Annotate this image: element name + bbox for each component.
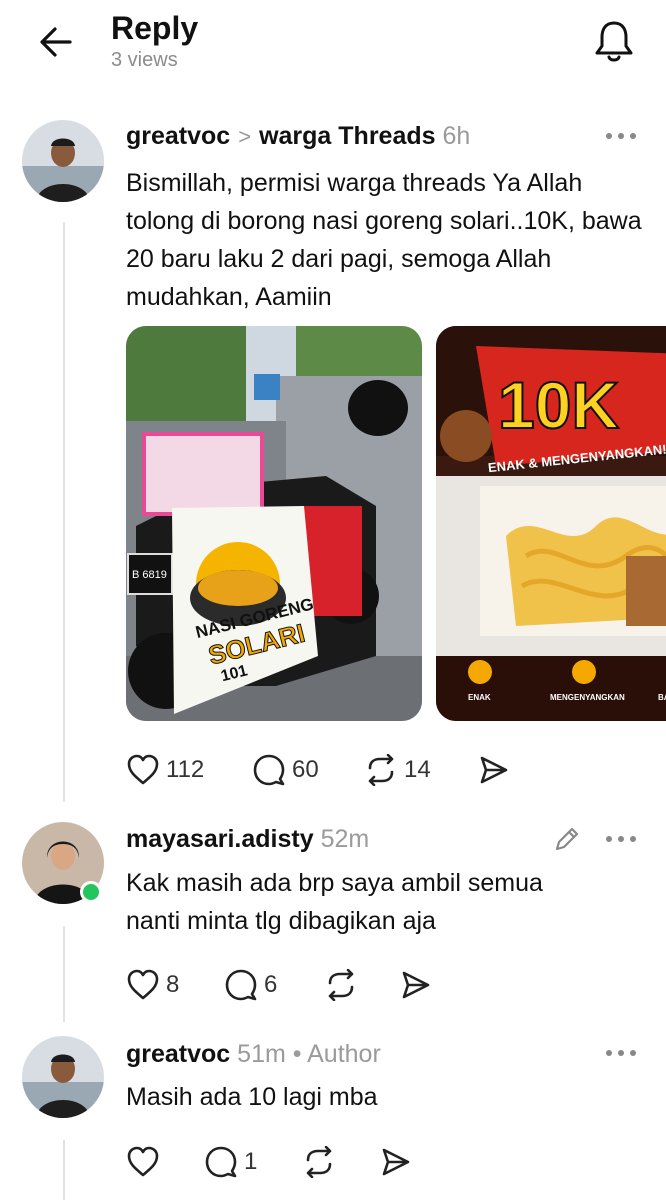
username[interactable]: greatvoc: [126, 1040, 230, 1068]
more-options-icon[interactable]: [604, 1048, 638, 1058]
comment-icon: [205, 1146, 237, 1178]
author-reply-meta: greatvoc 51m • Author: [126, 1040, 381, 1069]
meta-separator: •: [292, 1040, 302, 1068]
author-reply-text: Masih ada 10 lagi mba: [126, 1083, 378, 1111]
avatar[interactable]: [22, 1036, 104, 1118]
timestamp: 51m: [237, 1040, 286, 1068]
heart-icon: [127, 1146, 159, 1177]
repost-icon: [306, 1146, 332, 1178]
comment-count: 1: [244, 1148, 258, 1175]
author-reply-actions: 1: [126, 1142, 426, 1182]
thread-line: [63, 1140, 65, 1200]
comment-button[interactable]: 1: [204, 1142, 257, 1182]
author-badge: Author: [307, 1040, 381, 1068]
share-button[interactable]: [380, 1142, 412, 1182]
author-reply-post: greatvoc 51m • Author Masih ada 10 lagi …: [0, 0, 666, 1200]
like-button[interactable]: [126, 1142, 160, 1182]
repost-button[interactable]: [302, 1142, 336, 1182]
send-icon: [382, 1148, 410, 1176]
